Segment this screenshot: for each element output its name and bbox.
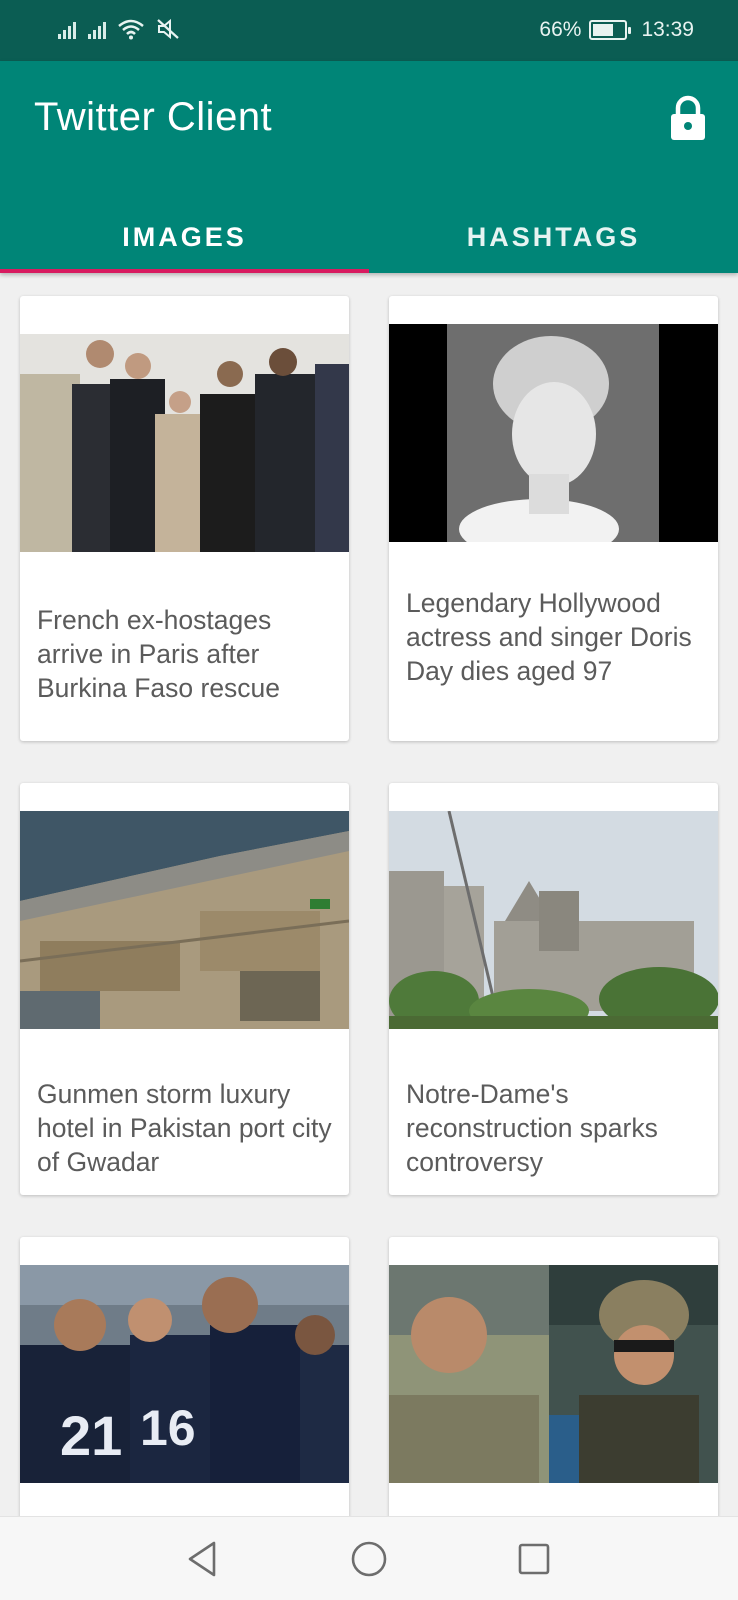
navigation-bar [0, 1516, 738, 1600]
status-icons-left [58, 18, 180, 40]
news-card[interactable]: Legendary Hollywood actress and singer D… [389, 296, 718, 741]
news-card-caption: French ex-hostages arrive in Paris after… [37, 605, 281, 703]
portrait-photo [389, 324, 718, 542]
news-card[interactable]: French ex-hostages arrive in Paris after… [20, 296, 349, 741]
status-icons-right: 66% 13:39 [539, 18, 694, 42]
battery-icon [589, 20, 632, 40]
news-card-caption: Legendary Hollywood actress and singer D… [406, 588, 692, 686]
tab-images-label: IMAGES [122, 221, 247, 252]
wifi-icon [118, 19, 144, 40]
svg-text:21: 21 [60, 1404, 122, 1467]
tab-bar: IMAGES HASHTAGS [0, 201, 738, 273]
svg-text:16: 16 [140, 1400, 196, 1456]
app-title: Twitter Client [34, 95, 273, 139]
back-icon[interactable] [182, 1537, 226, 1581]
news-card[interactable]: Gunmen storm luxury hotel in Pakistan po… [20, 783, 349, 1195]
lock-icon[interactable] [668, 95, 708, 141]
signal-icon [88, 19, 106, 39]
tab-images[interactable]: IMAGES [0, 201, 369, 273]
status-bar: 66% 13:39 [0, 0, 738, 61]
home-icon[interactable] [347, 1537, 391, 1581]
clock: 13:39 [641, 18, 694, 41]
news-card[interactable]: Notre-Dame's reconstruction sparks contr… [389, 783, 718, 1195]
mute-icon [157, 18, 179, 40]
football-team-photo: 21 16 [20, 1265, 349, 1483]
news-card-caption: Notre-Dame's reconstruction sparks contr… [406, 1079, 658, 1177]
app-bar: Twitter Client IMAGES HASHTAGS [0, 61, 738, 273]
recents-icon[interactable] [512, 1537, 556, 1581]
news-card-caption: Gunmen storm luxury hotel in Pakistan po… [37, 1079, 332, 1177]
soldiers-photo [389, 1265, 718, 1483]
port-aerial-photo [20, 811, 349, 1029]
tab-hashtags[interactable]: HASHTAGS [369, 201, 738, 273]
news-grid[interactable]: French ex-hostages arrive in Paris after… [0, 273, 738, 1516]
group-walking-photo [20, 334, 349, 552]
news-card[interactable]: 21 16 [20, 1237, 349, 1516]
signal-icon [58, 19, 76, 39]
battery-percent: 66% [539, 18, 582, 41]
news-card[interactable] [389, 1237, 718, 1516]
tab-hashtags-label: HASHTAGS [466, 221, 641, 252]
cathedral-photo [389, 811, 718, 1029]
